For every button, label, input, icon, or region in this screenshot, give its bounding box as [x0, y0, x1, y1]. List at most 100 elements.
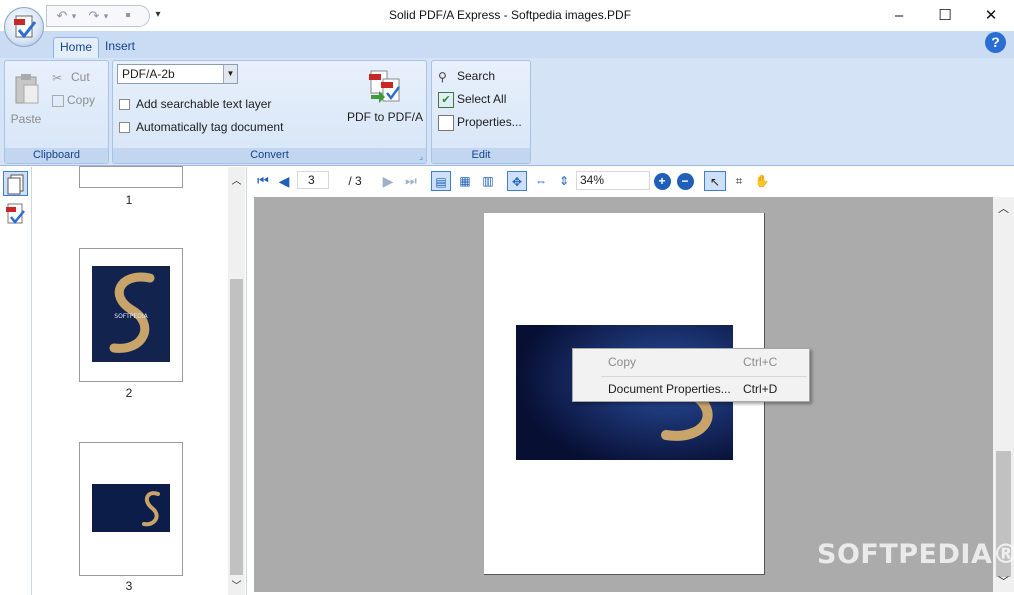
- thumbnail-scrollbar[interactable]: ︿ ﹀: [228, 167, 245, 595]
- pdfa-profile-select[interactable]: PDF/A-2b ▼: [117, 64, 238, 84]
- context-menu-document-properties[interactable]: Document Properties... Ctrl+D: [573, 378, 809, 400]
- cut-button[interactable]: ✂ Cut: [52, 69, 90, 86]
- pdf-to-pdfa-button[interactable]: PDF to PDF/A: [345, 69, 425, 125]
- softpedia-watermark: SOFTPEDIA®: [817, 539, 1014, 570]
- paste-button[interactable]: Paste: [10, 73, 42, 127]
- qat-customize-icon[interactable]: ▾: [153, 9, 163, 21]
- thumbnail-panel: 1 SOFTPEDIA 2 3: [33, 166, 247, 595]
- auto-tag-checkbox[interactable]: [119, 122, 130, 134]
- pdf-to-pdfa-icon: [369, 70, 401, 103]
- hand-tool-icon[interactable]: ✋: [751, 171, 773, 191]
- fit-height-icon[interactable]: ⇕: [554, 171, 574, 191]
- select-all-label: Select All: [457, 92, 507, 106]
- fit-width-icon[interactable]: ⇔: [531, 171, 551, 191]
- pdf-to-pdfa-label: PDF to PDF/A: [346, 110, 423, 124]
- zoom-out-icon[interactable]: −: [676, 171, 694, 191]
- previous-page-icon[interactable]: ◀: [276, 171, 292, 191]
- title-bar: ↶ ▾ ↷ ▾ ▪ ▾ Solid PDF/A Express - Softpe…: [0, 0, 1014, 31]
- pages-panel-button[interactable]: [3, 171, 28, 196]
- cut-label: Cut: [71, 70, 90, 84]
- pages-icon: [7, 174, 24, 195]
- context-menu-properties-shortcut: Ctrl+D: [743, 382, 778, 396]
- undo-dropdown-icon[interactable]: ▾: [69, 8, 79, 24]
- add-text-layer-checkbox[interactable]: [119, 99, 130, 111]
- pdf-check-icon: [14, 15, 37, 39]
- chevron-down-icon[interactable]: ▼: [223, 65, 237, 83]
- auto-tag-label: Automatically tag document: [136, 120, 284, 134]
- continuous-view-icon[interactable]: ▥: [478, 171, 498, 191]
- binoculars-icon: ⚲: [438, 69, 447, 84]
- add-text-layer-option[interactable]: Add searchable text layer: [119, 96, 271, 112]
- tab-insert[interactable]: Insert: [99, 37, 141, 58]
- page-thumbnail-label-2: 2: [125, 386, 133, 400]
- scroll-down-icon[interactable]: ﹀: [996, 573, 1011, 589]
- select-all-icon: ✔: [438, 91, 454, 108]
- clipboard-group-label: Clipboard: [5, 148, 108, 163]
- context-menu-properties-label: Document Properties...: [608, 382, 731, 396]
- pdfa-profile-value: PDF/A-2b: [122, 67, 175, 81]
- auto-tag-option[interactable]: Automatically tag document: [119, 119, 283, 135]
- paste-icon: [15, 74, 39, 104]
- search-label: Search: [457, 69, 496, 83]
- copy-icon: [52, 94, 64, 107]
- document-scrollbar[interactable]: ︿ ﹀: [993, 197, 1014, 592]
- edit-group-label: Edit: [432, 148, 530, 163]
- page-number-input[interactable]: 3: [297, 171, 329, 189]
- context-menu-separator: [601, 376, 807, 377]
- context-menu-copy-label: Copy: [608, 355, 637, 369]
- next-page-icon[interactable]: ▶: [380, 171, 396, 191]
- ribbon-tab-strip: Home Insert: [0, 31, 1014, 58]
- clipboard-group: Paste ✂ Cut Copy Clipboard: [4, 60, 109, 164]
- redo-dropdown-icon[interactable]: ▾: [101, 8, 111, 24]
- scissors-icon: ✂: [52, 70, 63, 85]
- last-page-icon[interactable]: ⏭: [402, 171, 420, 191]
- search-button[interactable]: ⚲ Search: [438, 68, 495, 85]
- page-thumbnail-2[interactable]: SOFTPEDIA: [79, 248, 183, 382]
- page-thumbnail-label-3: 3: [125, 579, 133, 593]
- pdfa-validation-panel-button[interactable]: [3, 202, 28, 227]
- scroll-up-icon[interactable]: ︿: [230, 172, 243, 187]
- dialog-launcher-icon[interactable]: ⌟: [419, 152, 423, 161]
- properties-icon: [438, 114, 454, 131]
- thumbnail-image-3: [92, 484, 170, 532]
- application-menu-button[interactable]: [4, 7, 44, 47]
- scroll-up-icon[interactable]: ︿: [996, 200, 1011, 216]
- scroll-down-icon[interactable]: ﹀: [230, 577, 243, 592]
- page-thumbnail-3[interactable]: [79, 442, 183, 576]
- two-page-view-icon[interactable]: ▦: [455, 171, 475, 191]
- thumbnail-caption: SOFTPEDIA: [114, 313, 148, 320]
- minimize-button[interactable]: –: [876, 0, 922, 31]
- first-page-icon[interactable]: ⏮: [254, 171, 272, 191]
- close-button[interactable]: ✕: [968, 0, 1014, 31]
- page-thumbnail-1[interactable]: [79, 166, 183, 188]
- select-all-button[interactable]: ✔ Select All: [438, 91, 506, 108]
- select-tool-icon[interactable]: ↖: [704, 171, 726, 191]
- left-rail: [0, 167, 32, 595]
- edit-group: ⚲ Search ✔ Select All Properties... Edit: [431, 60, 531, 164]
- context-menu: Copy Ctrl+C Document Properties... Ctrl+…: [572, 348, 810, 402]
- save-icon[interactable]: ▪: [117, 8, 139, 24]
- fit-page-icon[interactable]: ✥: [507, 171, 527, 191]
- quick-access-toolbar: ↶ ▾ ↷ ▾ ▪: [46, 5, 150, 27]
- zoom-level-input[interactable]: 34%: [576, 171, 650, 190]
- zoom-in-icon[interactable]: +: [653, 171, 671, 191]
- single-page-view-icon[interactable]: ▤: [431, 171, 451, 191]
- tab-home[interactable]: Home: [53, 37, 100, 58]
- thumbnail-image-2: SOFTPEDIA: [92, 266, 170, 362]
- copy-button[interactable]: Copy: [52, 92, 95, 108]
- context-menu-copy-shortcut: Ctrl+C: [743, 355, 778, 369]
- pdf-check-icon: [6, 203, 25, 224]
- paste-label: Paste: [10, 112, 42, 126]
- maximize-button[interactable]: ☐: [922, 0, 968, 31]
- context-menu-copy[interactable]: Copy Ctrl+C: [573, 351, 809, 373]
- total-pages: / 3: [348, 174, 362, 188]
- window-title: Solid PDF/A Express - Softpedia images.P…: [388, 8, 632, 22]
- properties-label: Properties...: [457, 115, 522, 129]
- help-icon[interactable]: ?: [985, 32, 1006, 53]
- copy-label: Copy: [67, 93, 96, 107]
- snapshot-tool-icon[interactable]: ⌗: [728, 171, 750, 191]
- properties-button[interactable]: Properties...: [438, 114, 522, 131]
- thumbnail-scroll-thumb[interactable]: [230, 279, 243, 575]
- add-text-layer-label: Add searchable text layer: [136, 97, 272, 111]
- page-thumbnail-label-1: 1: [125, 193, 133, 207]
